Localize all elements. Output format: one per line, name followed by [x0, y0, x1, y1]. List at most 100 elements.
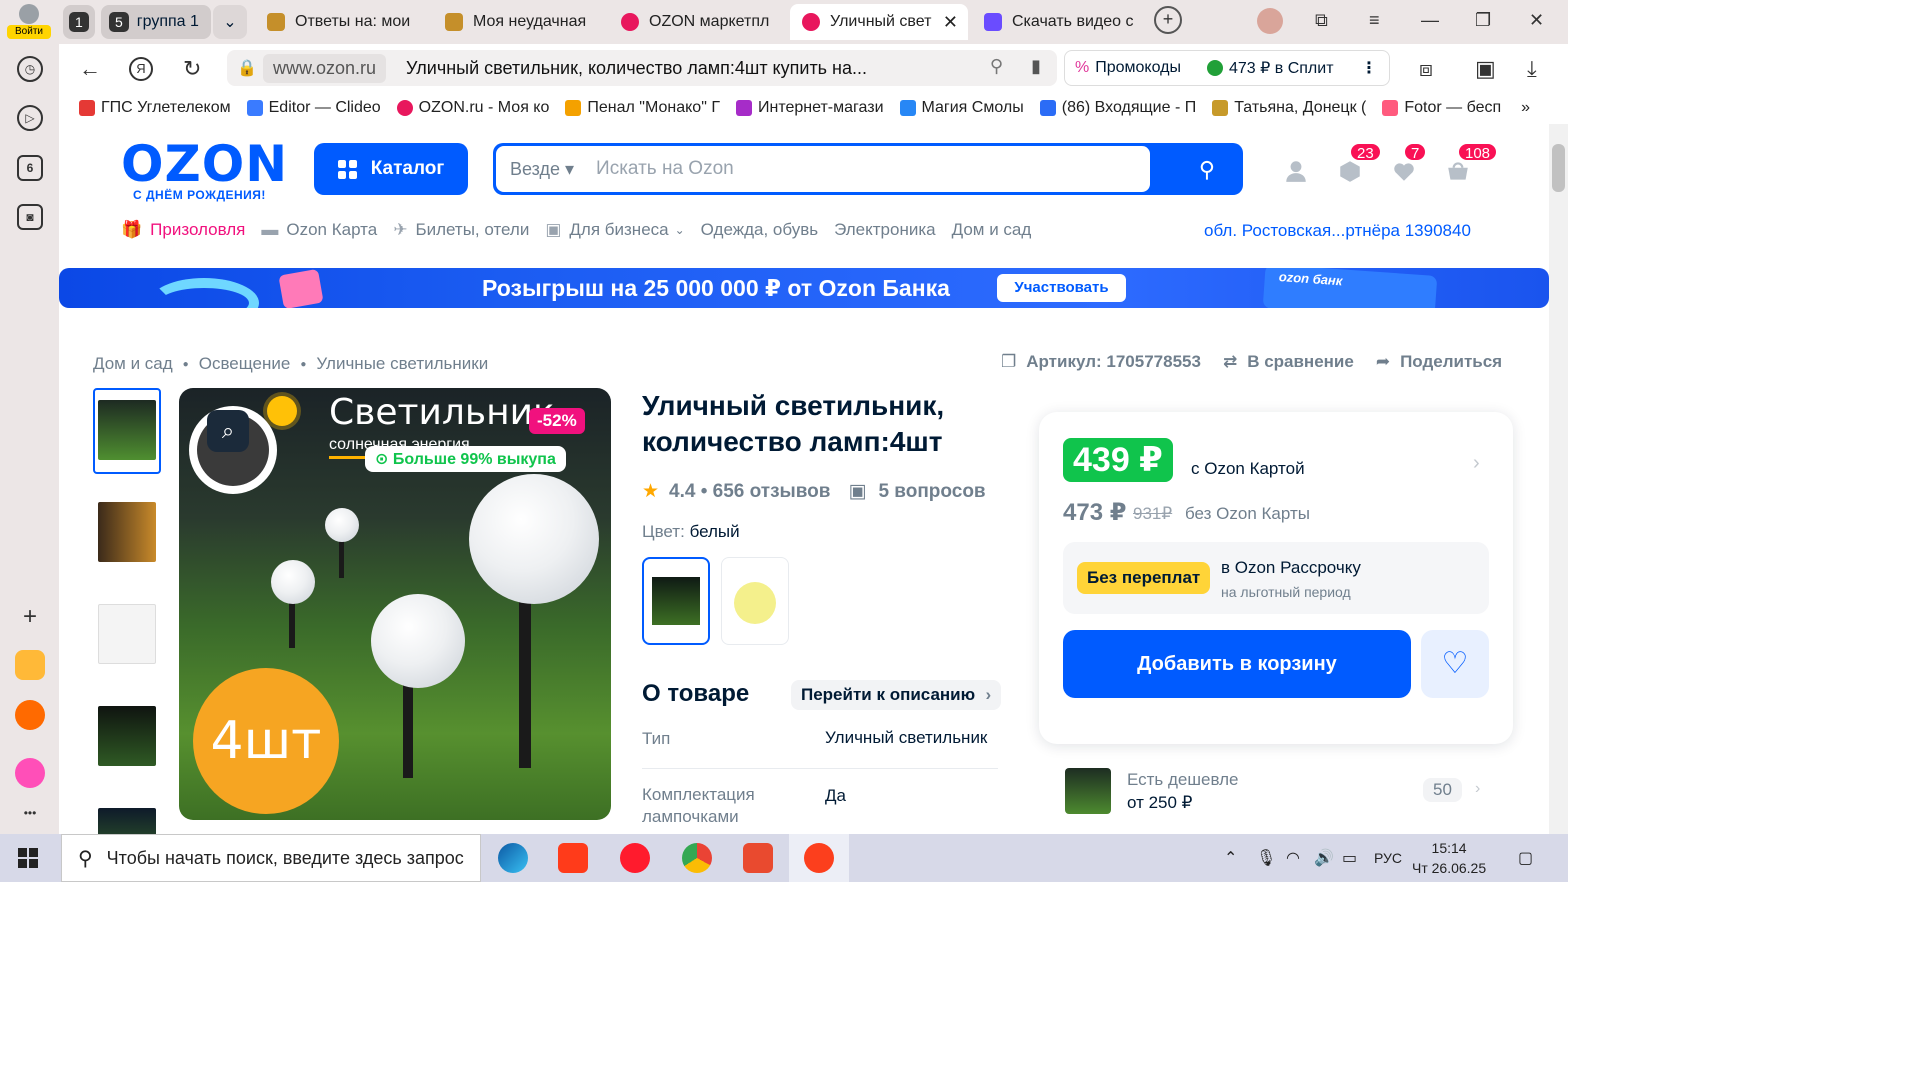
play-icon[interactable]: ▷: [17, 105, 43, 131]
search-input[interactable]: Искать на Ozon: [596, 158, 734, 180]
article-copy[interactable]: ❐ Артикул: 1705778553: [1001, 352, 1201, 372]
installment-block[interactable]: Без переплат в Ozon Рассрочку на льготны…: [1063, 542, 1489, 614]
maximize-icon[interactable]: ❐: [1475, 10, 1491, 31]
volume-icon[interactable]: 🔊: [1314, 848, 1334, 868]
promo-banner[interactable]: Розыгрыш на 25 000 000 ₽ от Ozon Банка У…: [59, 268, 1549, 308]
more-icon[interactable]: •••: [17, 800, 43, 826]
thumbnail-2[interactable]: [93, 490, 161, 576]
wifi-icon[interactable]: ◠: [1286, 848, 1300, 868]
history-icon[interactable]: ◷: [17, 56, 43, 82]
battery-icon[interactable]: ▭: [1342, 848, 1357, 868]
scrollbar-thumb[interactable]: [1552, 144, 1565, 192]
wps-icon[interactable]: [743, 843, 773, 873]
minimize-icon[interactable]: —: [1421, 10, 1439, 31]
search-icon[interactable]: ⚲: [1199, 157, 1215, 183]
taskbar-search[interactable]: ⚲ Чтобы начать поиск, введите здесь запр…: [61, 834, 481, 882]
share-button[interactable]: ➦ Поделиться: [1376, 352, 1502, 372]
bookmarks-panel-icon[interactable]: ⧉: [1315, 10, 1328, 31]
color-swatch-selected[interactable]: [642, 557, 710, 645]
opera-icon[interactable]: [620, 843, 650, 873]
back-icon[interactable]: ←: [79, 56, 101, 82]
nav-item-tickets[interactable]: ✈ Билеты, отели: [393, 220, 529, 240]
bookmark-item[interactable]: Магия Смолы: [899, 99, 1024, 117]
tab-active[interactable]: Уличный свет ✕: [790, 4, 968, 40]
nav-item-electronics[interactable]: Электроника: [834, 220, 936, 240]
window-close-icon[interactable]: ✕: [1529, 10, 1544, 31]
tab-2[interactable]: Моя неудачная: [433, 4, 603, 40]
app-icon-1[interactable]: [15, 650, 45, 680]
page-scrollbar[interactable]: [1549, 124, 1568, 834]
app-icon-3[interactable]: [15, 758, 45, 788]
yandex-app-icon[interactable]: [804, 843, 834, 873]
breadcrumb-item[interactable]: Освещение: [199, 354, 291, 374]
tabs-counter[interactable]: 6: [17, 155, 43, 181]
breadcrumb-item[interactable]: Уличные светильники: [316, 354, 488, 374]
app-icon-2[interactable]: [15, 700, 45, 730]
color-swatch-yellow[interactable]: [721, 557, 789, 645]
chevron-down-icon[interactable]: ⌄: [213, 5, 247, 39]
more-bookmarks-icon[interactable]: »: [1521, 99, 1530, 117]
chrome-icon[interactable]: [682, 843, 712, 873]
bookmark-item[interactable]: Татьяна, Донецк (: [1212, 99, 1366, 117]
reviews-link[interactable]: 4.4 • 656 отзывов: [669, 481, 830, 503]
nav-item-home[interactable]: Дом и сад: [952, 220, 1032, 240]
language-indicator[interactable]: РУС: [1374, 850, 1402, 866]
microphone-icon[interactable]: 🎙: [1256, 848, 1276, 868]
reload-icon[interactable]: ↻: [183, 56, 201, 82]
edge-icon[interactable]: [498, 843, 528, 873]
more-options-icon[interactable]: ⋮: [1361, 58, 1377, 78]
compare-button[interactable]: ⇄ В сравнение: [1223, 352, 1354, 372]
download-icon[interactable]: ⤓: [1527, 56, 1537, 82]
nav-item-business[interactable]: ▣ Для бизнеса ⌄: [545, 220, 684, 240]
nav-item-prizes[interactable]: 🎁 Призоловля: [121, 220, 245, 240]
goto-description-button[interactable]: Перейти к описанию ›: [791, 680, 1002, 710]
profile-icon[interactable]: [1283, 158, 1309, 184]
ozon-logo[interactable]: OZON С ДНЁМ РОЖДЕНИЯ!: [121, 139, 288, 202]
product-main-image[interactable]: Светильник солнечная энергия -52% ⊙ Боль…: [179, 388, 611, 820]
notifications-icon[interactable]: ▢: [1518, 848, 1533, 868]
tab-5[interactable]: Скачать видео с: [972, 4, 1152, 40]
thumbnail-5[interactable]: [93, 796, 161, 834]
tab-group[interactable]: 5 группа 1: [101, 5, 211, 39]
tab-1[interactable]: Ответы на: мои: [255, 4, 427, 40]
bookmark-item[interactable]: Editor — Clideo: [246, 99, 381, 117]
bookmark-item[interactable]: (86) Входящие - П: [1039, 99, 1196, 117]
thumbnail-4[interactable]: [93, 694, 161, 780]
participate-button[interactable]: Участвовать: [997, 274, 1126, 302]
nav-item-clothes[interactable]: Одежда, обувь: [701, 220, 818, 240]
tray-expand-icon[interactable]: ⌃: [1224, 848, 1237, 868]
address-bar[interactable]: 🔒 www.ozon.ru Уличный светильник, количе…: [227, 50, 1057, 86]
bookmark-item[interactable]: ГПС Углетелеком: [79, 99, 231, 117]
new-tab-icon[interactable]: +: [1154, 6, 1182, 34]
thumbnail-3[interactable]: [93, 592, 161, 678]
add-to-cart-button[interactable]: Добавить в корзину: [1063, 630, 1411, 698]
visual-search-button[interactable]: ⌕: [189, 406, 277, 494]
tab-group-small[interactable]: 1: [63, 5, 95, 39]
close-icon[interactable]: ✕: [943, 12, 958, 33]
translate-icon[interactable]: ⧈: [1419, 56, 1433, 82]
login-button[interactable]: Войти: [7, 4, 51, 40]
tab-3[interactable]: OZON маркетпл: [609, 4, 779, 40]
windows-start-icon[interactable]: [18, 848, 38, 868]
bookmark-item[interactable]: Интернет-магази: [735, 99, 884, 117]
bookmark-item[interactable]: Пенал "Монако" Г: [565, 99, 720, 117]
region-selector[interactable]: обл. Ростовская...ртнёра 1390840: [1204, 221, 1471, 241]
promo-label[interactable]: Промокоды: [1095, 59, 1181, 77]
clock[interactable]: 15:14 Чт 26.06.25: [1412, 838, 1486, 878]
thumbnail-1[interactable]: [93, 388, 161, 474]
extension-icon[interactable]: ▣: [1475, 56, 1496, 82]
screenshot-icon[interactable]: ◙: [17, 204, 43, 230]
profile-avatar[interactable]: [1257, 8, 1283, 34]
no-tracking-icon[interactable]: ⚲: [990, 56, 1003, 77]
cheaper-offers[interactable]: Есть дешевле от 250 ₽ 50 ›: [1039, 760, 1513, 824]
favorite-heart-icon[interactable]: ♡: [1421, 630, 1489, 698]
catalog-button[interactable]: Каталог: [314, 143, 468, 195]
search-scope-select[interactable]: Везде ▾: [510, 159, 574, 180]
bookmark-icon[interactable]: ▮: [1031, 56, 1041, 77]
breadcrumb-item[interactable]: Дом и сад: [93, 354, 173, 374]
questions-link[interactable]: 5 вопросов: [878, 481, 985, 503]
nav-item-ozon-card[interactable]: ▬ Ozon Карта: [261, 220, 377, 240]
menu-icon[interactable]: ≡: [1369, 10, 1380, 31]
bookmark-item[interactable]: Fotor — бесп: [1382, 99, 1501, 117]
add-icon[interactable]: +: [17, 603, 43, 630]
